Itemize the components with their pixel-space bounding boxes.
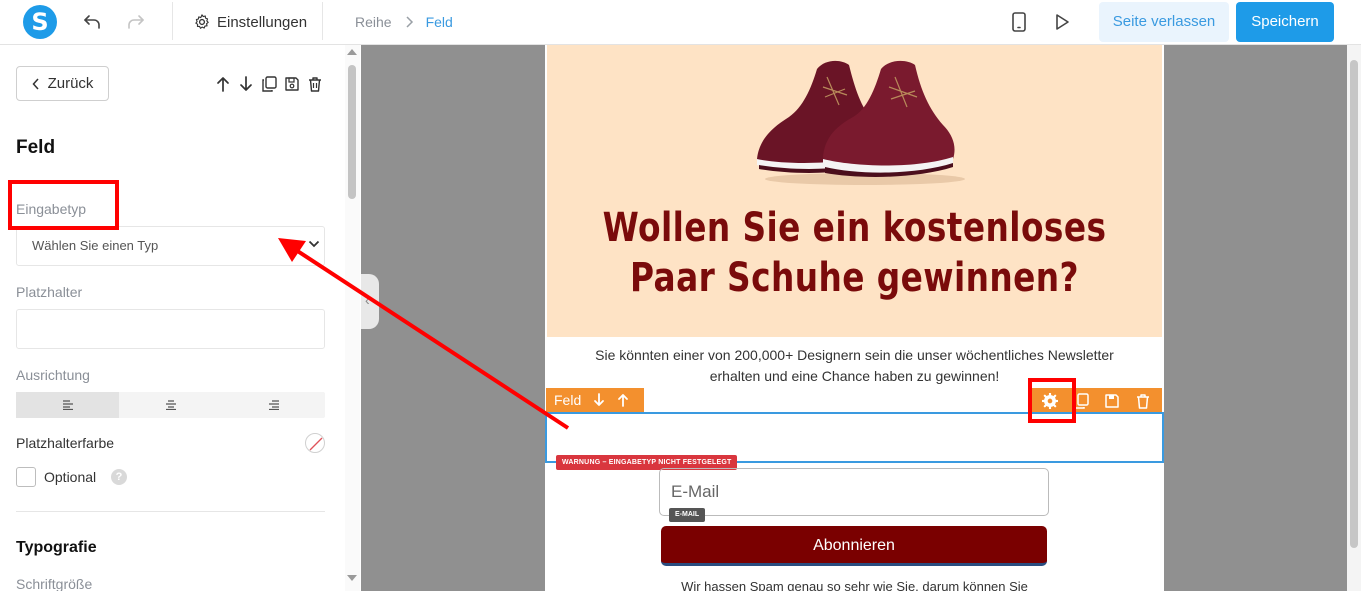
- chevron-left-icon: [32, 77, 39, 90]
- breadcrumb: Reihe Feld: [355, 14, 453, 30]
- placeholder-color-label: Platzhalterfarbe: [16, 435, 115, 451]
- section-divider: [16, 511, 325, 512]
- align-left-button[interactable]: [16, 392, 119, 418]
- copy-icon: [262, 76, 277, 92]
- hero-title-line: Wollen Sie ein kostenloses: [602, 205, 1107, 251]
- toolbar-divider: [322, 2, 323, 40]
- breadcrumb-item-row[interactable]: Reihe: [355, 14, 392, 30]
- alignment-toggle-group: [16, 392, 325, 418]
- undo-icon: [84, 15, 100, 29]
- back-button[interactable]: Zurück: [16, 66, 109, 101]
- top-bar: S Einstellungen Reihe Feld Seite verlass…: [0, 0, 1361, 45]
- back-label: Zurück: [47, 75, 94, 92]
- redo-icon: [128, 15, 144, 29]
- sneakers-image: [757, 60, 965, 185]
- placeholder-label: Platzhalter: [16, 284, 83, 300]
- intro-line: Sie könnten einer von 200,000+ Designern…: [595, 347, 1114, 363]
- font-size-label: Schriftgröße: [16, 576, 93, 591]
- chevron-left-icon: ‹: [365, 292, 370, 308]
- align-right-icon: [268, 400, 279, 410]
- input-type-select[interactable]: Wählen Sie einen Typ: [16, 226, 325, 266]
- preview-play-button[interactable]: [1048, 8, 1076, 36]
- scroll-down-arrow[interactable]: [347, 575, 357, 581]
- subscribe-button[interactable]: Abonnieren: [661, 526, 1047, 566]
- save-button[interactable]: Speichern: [1236, 2, 1334, 42]
- help-icon[interactable]: ?: [111, 469, 127, 485]
- mobile-icon: [1012, 12, 1026, 32]
- save-element-button[interactable]: [282, 74, 302, 94]
- email-placeholder: E-Mail: [671, 482, 720, 501]
- app-logo[interactable]: S: [23, 5, 57, 39]
- trash-icon: [309, 77, 321, 92]
- save-icon[interactable]: [1104, 393, 1120, 409]
- align-center-icon: [165, 400, 176, 410]
- element-actions: [213, 74, 325, 94]
- settings-label: Einstellungen: [217, 13, 308, 31]
- undo-button[interactable]: [78, 8, 106, 36]
- duplicate-button[interactable]: [259, 74, 279, 94]
- input-type-value: Wählen Sie einen Typ: [32, 238, 159, 253]
- move-down-button[interactable]: [236, 74, 256, 94]
- hero-title: Wollen Sie ein kostenloses Paar Schuhe g…: [602, 203, 1106, 303]
- arrow-down-icon[interactable]: [593, 393, 605, 407]
- settings-panel: Zurück Feld Eingabetyp Wählen Sie einen …: [0, 45, 361, 591]
- leave-page-button[interactable]: Seite verlassen: [1099, 2, 1229, 42]
- gear-icon: [195, 14, 209, 29]
- arrow-up-icon[interactable]: [617, 393, 629, 407]
- landing-page-preview: Wollen Sie ein kostenloses Paar Schuhe g…: [545, 45, 1164, 591]
- panel-scroll-thumb[interactable]: [348, 65, 356, 199]
- hero-section[interactable]: Wollen Sie ein kostenloses Paar Schuhe g…: [547, 45, 1162, 337]
- optional-checkbox[interactable]: [16, 467, 36, 487]
- chevron-down-icon: [308, 240, 320, 248]
- mobile-preview-button[interactable]: [1005, 8, 1033, 36]
- canvas-scroll-thumb[interactable]: [1350, 60, 1358, 548]
- settings-button[interactable]: Einstellungen: [193, 12, 307, 32]
- email-field-tag: E-MAIL: [669, 508, 706, 522]
- align-right-button[interactable]: [222, 392, 325, 418]
- typography-title: Typografie: [16, 539, 97, 556]
- alignment-label: Ausrichtung: [16, 367, 90, 383]
- align-center-button[interactable]: [119, 392, 222, 418]
- hero-title-line: Paar Schuhe gewinnen?: [629, 255, 1080, 301]
- collapse-panel-handle[interactable]: ‹: [361, 274, 379, 329]
- email-input[interactable]: E-Mail: [659, 468, 1049, 516]
- arrow-up-icon: [217, 77, 229, 92]
- align-left-icon: [62, 400, 73, 410]
- arrow-down-icon: [240, 76, 252, 91]
- optional-label: Optional: [44, 469, 97, 485]
- redo-button[interactable]: [122, 8, 150, 36]
- logo-letter: S: [31, 8, 49, 36]
- field-label: Feld: [554, 392, 582, 408]
- toolbar-divider: [172, 2, 173, 40]
- chevron-right-icon: [406, 16, 413, 28]
- placeholder-color-picker[interactable]: [305, 433, 325, 453]
- field-element-toolbar[interactable]: Feld: [546, 388, 644, 412]
- annotation-highlight-input-type: [8, 180, 119, 230]
- scroll-up-arrow[interactable]: [347, 49, 357, 55]
- breadcrumb-item-field[interactable]: Feld: [426, 14, 453, 30]
- trash-icon[interactable]: [1135, 393, 1151, 409]
- move-up-button[interactable]: [213, 74, 233, 94]
- save-icon: [285, 77, 299, 91]
- no-color-icon: [309, 437, 323, 451]
- placeholder-input[interactable]: [16, 309, 325, 349]
- annotation-highlight-gear: [1028, 378, 1076, 423]
- footer-text: Wir hassen Spam genau so sehr wie Sie, d…: [681, 579, 1028, 591]
- delete-button[interactable]: [305, 74, 325, 94]
- panel-title: Feld: [16, 137, 56, 158]
- play-icon: [1056, 14, 1069, 30]
